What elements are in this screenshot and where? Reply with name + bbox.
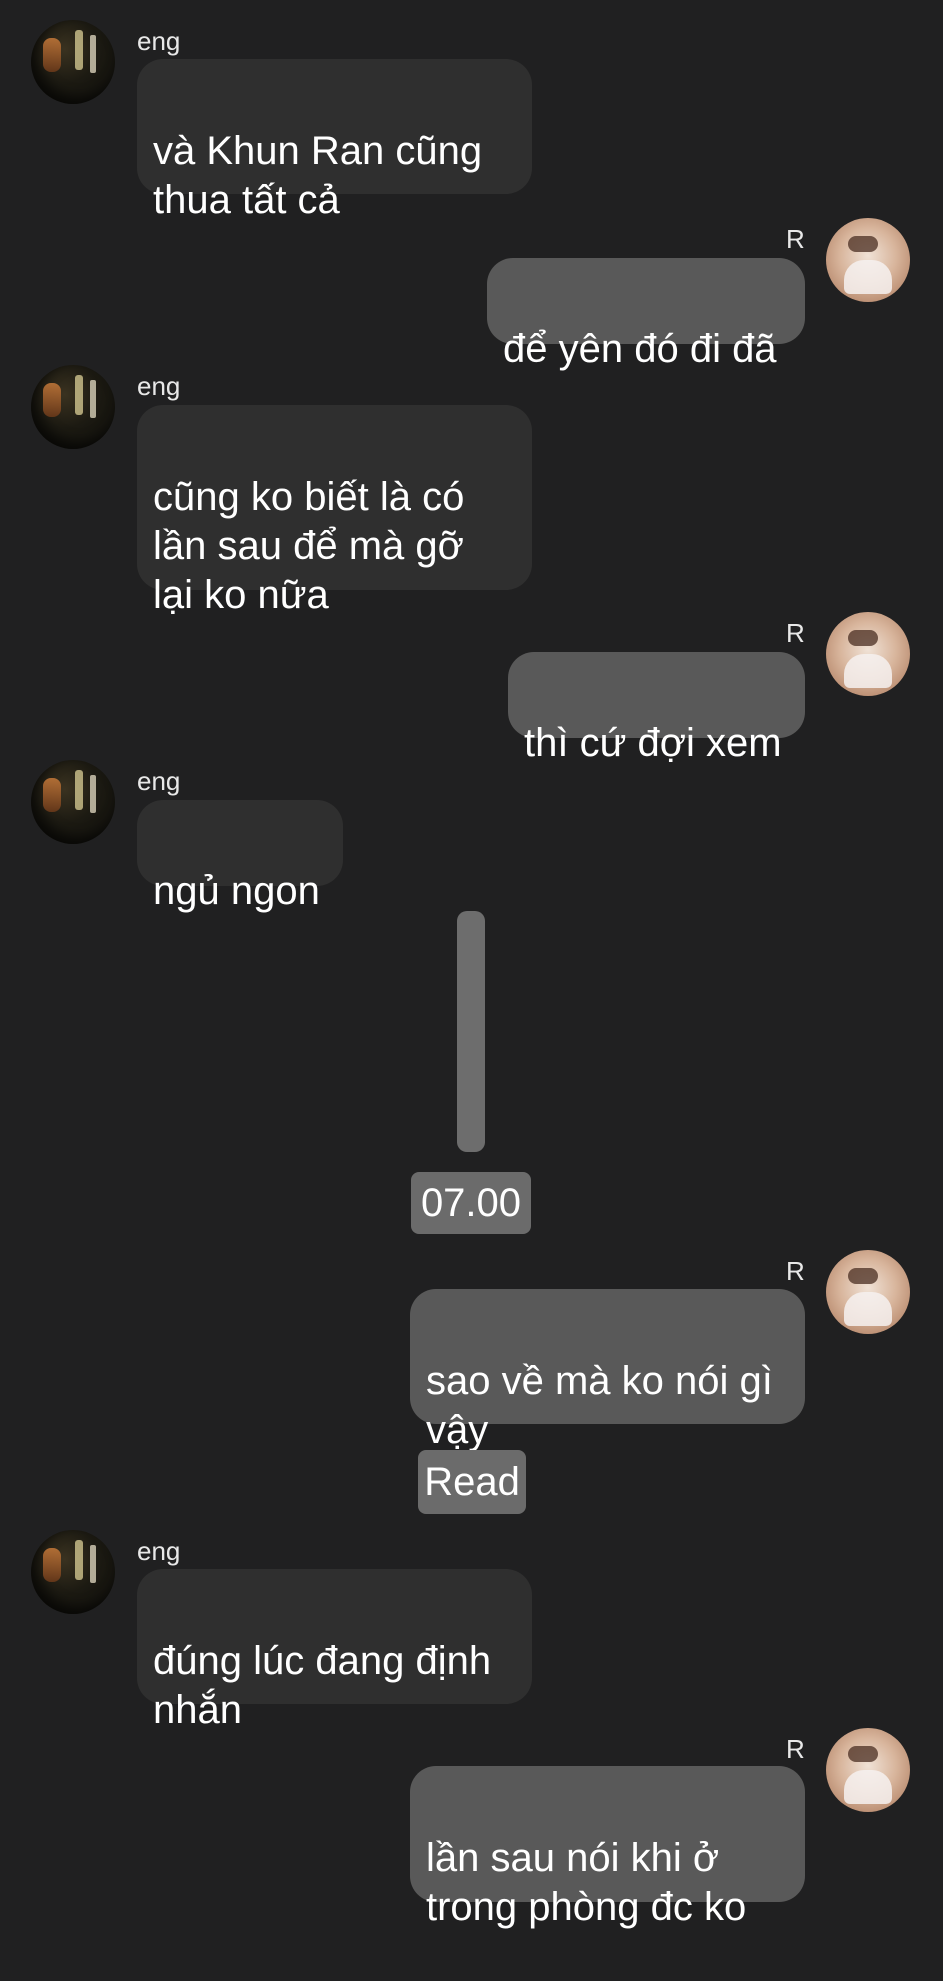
- user-avatar[interactable]: [826, 1728, 910, 1812]
- sender-name: R: [786, 1256, 805, 1286]
- message-text: lần sau nói khi ở trong phòng đc ko: [426, 1836, 747, 1929]
- message-text: để yên đó đi đã: [503, 327, 777, 371]
- message-bubble-outgoing[interactable]: để yên đó đi đã: [487, 258, 805, 371]
- sender-avatar[interactable]: [31, 20, 115, 104]
- time-divider: 07.00: [411, 1172, 531, 1234]
- user-avatar[interactable]: [826, 612, 910, 696]
- message-text: cũng ko biết là có lần sau để mà gỡ lại …: [153, 475, 465, 617]
- message-bubble-outgoing[interactable]: lần sau nói khi ở trong phòng đc ko: [410, 1766, 805, 1929]
- message-text: và Khun Ran cũng thua tất cả: [153, 129, 483, 222]
- sender-avatar[interactable]: [31, 365, 115, 449]
- sender-name: eng: [137, 1536, 181, 1566]
- message-bubble-incoming[interactable]: đúng lúc đang định nhắn: [137, 1569, 532, 1732]
- message-text: đúng lúc đang định nhắn: [153, 1639, 492, 1732]
- scroll-handle[interactable]: [457, 911, 485, 1152]
- sender-avatar[interactable]: [31, 1530, 115, 1614]
- message-text: thì cứ đợi xem: [524, 721, 782, 765]
- read-receipt: Read: [418, 1450, 526, 1514]
- sender-name: R: [786, 224, 805, 254]
- message-bubble-outgoing[interactable]: thì cứ đợi xem: [508, 652, 805, 765]
- message-text: ngủ ngon: [153, 869, 320, 913]
- message-bubble-incoming[interactable]: ngủ ngon: [137, 800, 343, 913]
- message-bubble-incoming[interactable]: cũng ko biết là có lần sau để mà gỡ lại …: [137, 405, 532, 617]
- message-bubble-outgoing[interactable]: sao về mà ko nói gì vậy: [410, 1289, 805, 1452]
- message-bubble-incoming[interactable]: và Khun Ran cũng thua tất cả: [137, 59, 532, 222]
- message-text: sao về mà ko nói gì vậy: [426, 1359, 773, 1452]
- user-avatar[interactable]: [826, 218, 910, 302]
- sender-name: eng: [137, 371, 181, 401]
- sender-name: eng: [137, 766, 181, 796]
- sender-name: R: [786, 618, 805, 648]
- user-avatar[interactable]: [826, 1250, 910, 1334]
- sender-name: eng: [137, 26, 181, 56]
- sender-avatar[interactable]: [31, 760, 115, 844]
- sender-name: R: [786, 1734, 805, 1764]
